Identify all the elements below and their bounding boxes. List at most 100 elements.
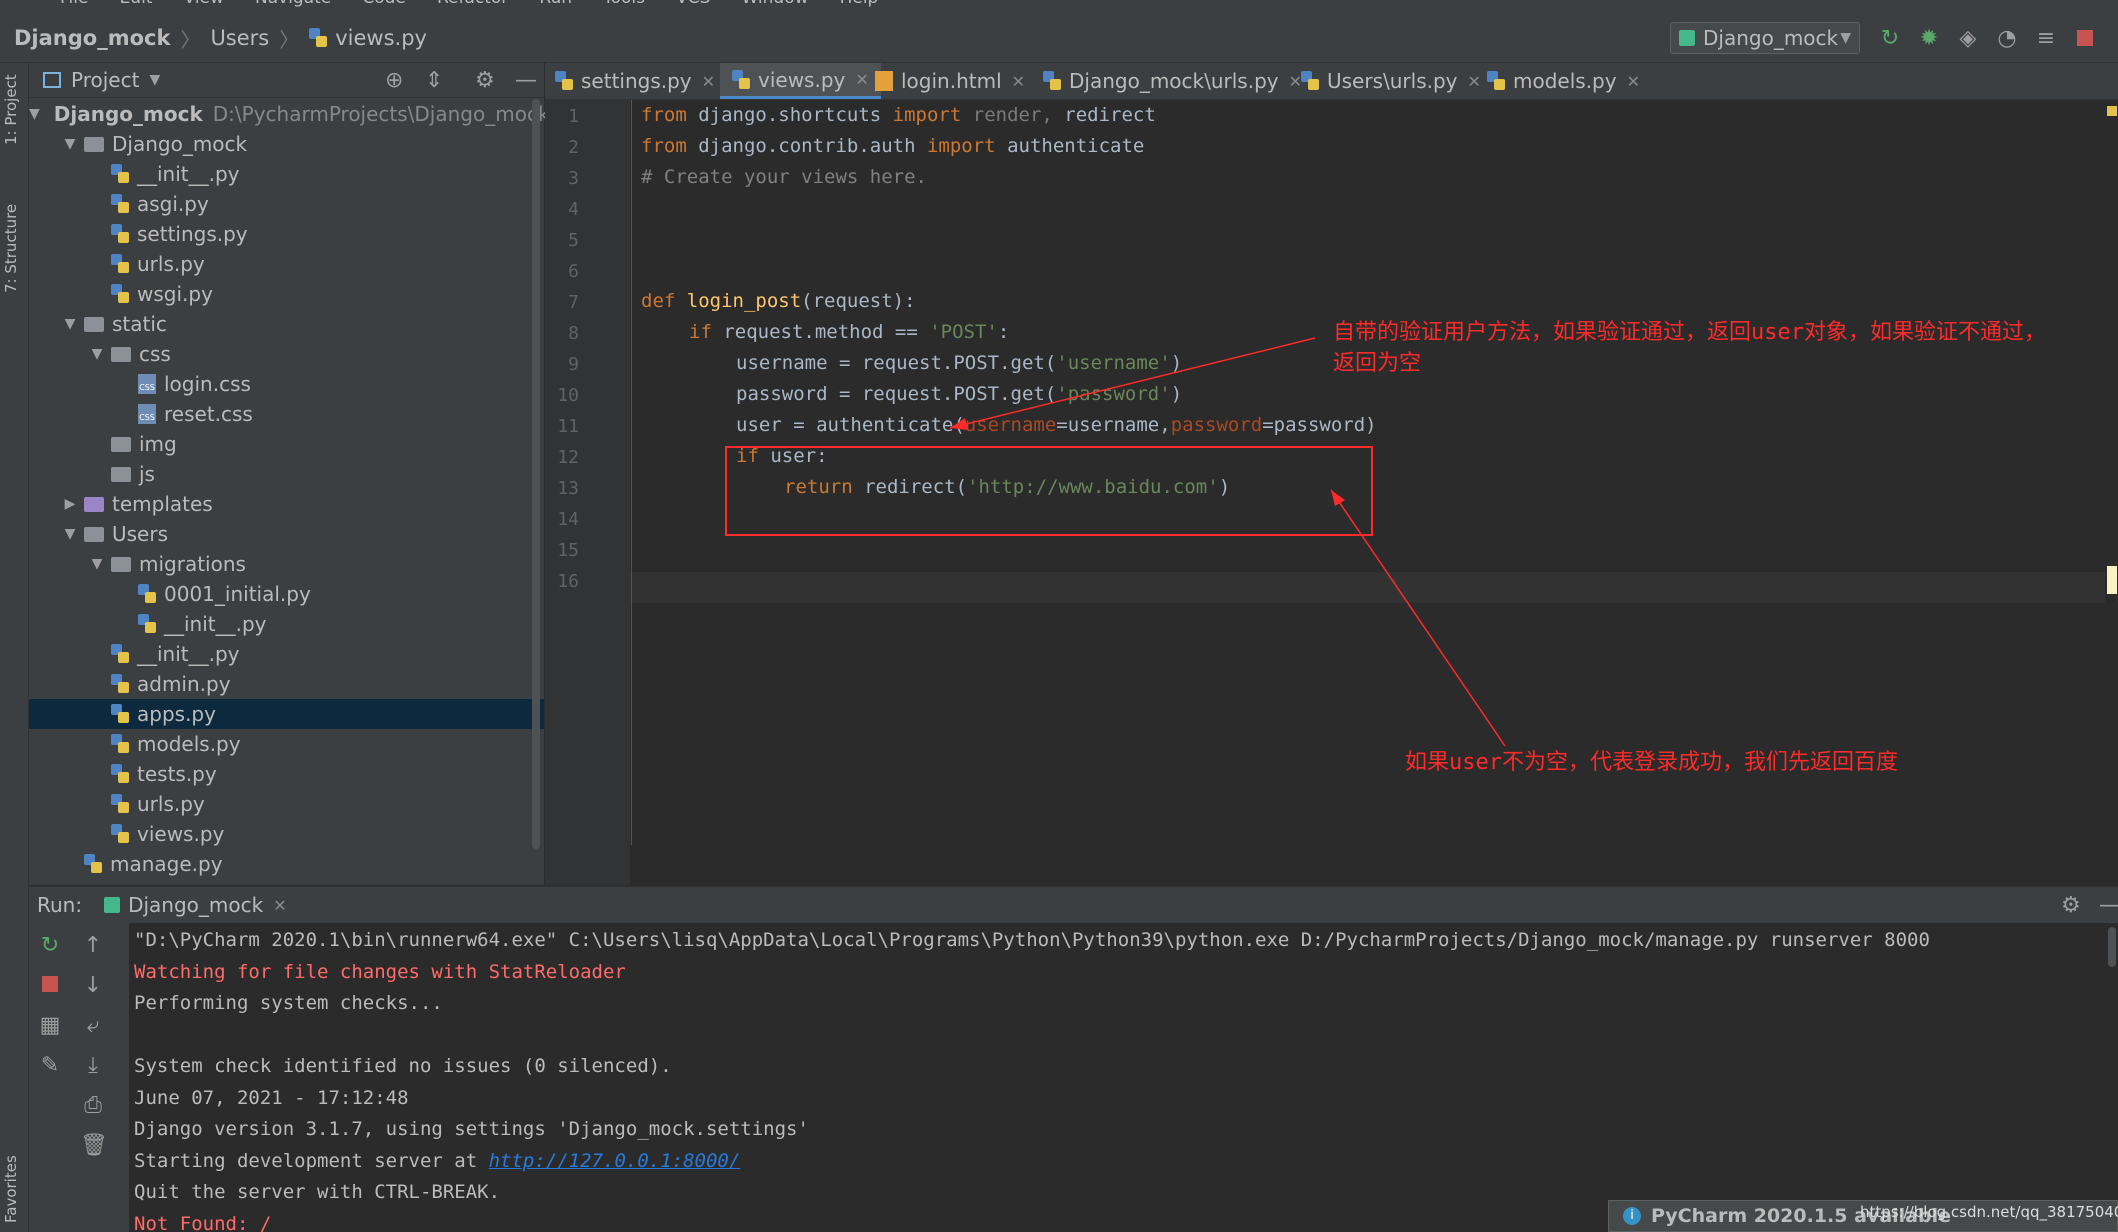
tree-item[interactable]: urls.py xyxy=(29,249,544,279)
tree-item[interactable]: ▼ css xyxy=(29,339,544,369)
pin-icon[interactable]: ✎ xyxy=(37,1053,63,1079)
close-icon[interactable]: ✕ xyxy=(1012,72,1025,91)
tree-item[interactable]: models.py xyxy=(29,729,544,759)
menu-tools[interactable]: Tools xyxy=(603,0,645,8)
breadcrumb: Django_mock 〉 Users 〉 views.py xyxy=(14,24,427,53)
tree-item[interactable]: apps.py xyxy=(29,699,544,729)
run-config-dropdown[interactable]: Django_mock ▼ xyxy=(1670,22,1860,54)
menu-file[interactable]: File xyxy=(60,0,88,8)
hide-icon[interactable]: — xyxy=(2099,893,2118,918)
tree-item[interactable]: img xyxy=(29,429,544,459)
tab-settings-py[interactable]: settings.py ✕ xyxy=(555,63,715,99)
arrow-up-icon[interactable]: ↑ xyxy=(80,933,106,959)
tree-item[interactable]: __init__.py xyxy=(29,639,544,669)
tree-item[interactable]: asgi.py xyxy=(29,189,544,219)
rerun-icon[interactable]: ↻ xyxy=(37,933,63,959)
chevron-down-icon[interactable]: ▼ xyxy=(149,72,160,88)
project-panel-title[interactable]: Project xyxy=(71,68,139,92)
soft-wrap-icon[interactable]: ⤶ xyxy=(80,1013,106,1039)
tab-models-py[interactable]: models.py ✕ xyxy=(1487,63,1640,99)
coverage-icon[interactable]: ◈ xyxy=(1956,26,1980,51)
arrow-down-icon[interactable]: ↓ xyxy=(80,973,106,999)
breadcrumb-project[interactable]: Django_mock xyxy=(14,26,170,50)
tree-item[interactable]: ▼ Users xyxy=(29,519,544,549)
menu-view[interactable]: View xyxy=(184,0,224,8)
tree-item[interactable]: manage.py xyxy=(29,849,544,879)
expand-right-icon[interactable]: ▶ xyxy=(62,496,78,512)
console-output[interactable]: "D:\PyCharm 2020.1\bin\runnerw64.exe" C:… xyxy=(130,923,2118,1232)
code-editor[interactable]: 1 2 3 4 5 6 7 8 9 10 11 12 13 14 15 16 from django.shor… xyxy=(545,100,2118,885)
tree-item[interactable]: urls.py xyxy=(29,789,544,819)
warning-marker[interactable] xyxy=(2107,106,2117,116)
tree-item[interactable]: wsgi.py xyxy=(29,279,544,309)
tool-tab-structure[interactable]: 7: Structure xyxy=(2,204,20,293)
expand-down-icon[interactable]: ▼ xyxy=(29,106,40,122)
collapse-all-icon[interactable]: ⇕ xyxy=(425,68,443,93)
tab-django-mock-urls-py[interactable]: Django_mock\urls.py ✕ xyxy=(1043,63,1302,99)
hide-icon[interactable]: — xyxy=(515,68,537,93)
expand-down-icon[interactable]: ▼ xyxy=(62,526,78,542)
layout-icon[interactable]: ▦ xyxy=(37,1013,63,1039)
console-scrollbar[interactable] xyxy=(2108,927,2116,967)
tab-login-html[interactable]: login.html ✕ xyxy=(875,63,1025,99)
menu-window[interactable]: Window xyxy=(741,0,808,8)
expand-down-icon[interactable]: ▼ xyxy=(62,316,78,332)
tree-item[interactable]: __init__.py xyxy=(29,159,544,189)
navigation-bar: Django_mock 〉 Users 〉 views.py Django_mo… xyxy=(0,14,2118,63)
menu-refactor[interactable]: Refactor xyxy=(437,0,508,8)
tree-item[interactable]: __init__.py xyxy=(29,609,544,639)
breadcrumb-file[interactable]: views.py xyxy=(335,26,427,50)
expand-down-icon[interactable]: ▼ xyxy=(89,346,105,362)
close-icon[interactable]: ✕ xyxy=(1627,72,1640,91)
tree-item[interactable]: CSS login.css xyxy=(29,369,544,399)
menu-run[interactable]: Run xyxy=(539,0,572,8)
debug-icon[interactable]: ✹ xyxy=(1917,26,1941,51)
annotation-note-1: 自带的验证用户方法，如果验证通过，返回user对象，如果验证不通过， xyxy=(1333,320,2046,345)
menu-edit[interactable]: Edit xyxy=(120,0,153,8)
stop-icon[interactable] xyxy=(2073,26,2097,50)
console-line-3: Performing system checks... xyxy=(134,992,443,1014)
menu-vcs[interactable]: VCS xyxy=(676,0,710,8)
close-icon[interactable]: ✕ xyxy=(273,896,286,915)
gear-icon[interactable]: ⚙ xyxy=(475,68,495,93)
trash-icon[interactable]: 🗑 xyxy=(80,1133,108,1159)
profile-icon[interactable]: ◔ xyxy=(1995,26,2019,51)
tree-item[interactable]: settings.py xyxy=(29,219,544,249)
tree-item[interactable]: js xyxy=(29,459,544,489)
editor-error-stripe[interactable] xyxy=(2105,100,2117,885)
locate-icon[interactable]: ⊕ xyxy=(385,68,403,93)
menu-code[interactable]: Code xyxy=(362,0,406,8)
server-link[interactable]: http://127.0.0.1:8000/ xyxy=(489,1150,741,1172)
close-icon[interactable]: ✕ xyxy=(1468,72,1481,91)
run-tab[interactable]: Django_mock xyxy=(128,893,263,917)
tree-item[interactable]: ▼ static xyxy=(29,309,544,339)
tree-item[interactable]: views.py xyxy=(29,819,544,849)
gear-icon[interactable]: ⚙ xyxy=(2061,893,2081,918)
tab-views-py[interactable]: views.py ✕ xyxy=(720,63,881,99)
expand-down-icon[interactable]: ▼ xyxy=(89,556,105,572)
breadcrumb-users[interactable]: Users xyxy=(210,26,269,50)
tree-item[interactable]: ▼ migrations xyxy=(29,549,544,579)
rerun-icon[interactable]: ↻ xyxy=(1878,26,1902,51)
print-icon[interactable]: ⎙ xyxy=(80,1093,106,1119)
tree-item[interactable]: ▼ Django_mock D:\PycharmProjects\Django_mo… xyxy=(29,99,550,129)
project-scrollbar[interactable] xyxy=(532,99,540,849)
tool-tab-project[interactable]: 1: Project xyxy=(2,74,20,145)
menu-help[interactable]: Help xyxy=(840,0,879,8)
tree-item[interactable]: tests.py xyxy=(29,759,544,789)
close-icon[interactable]: ✕ xyxy=(702,72,715,91)
scroll-to-end-icon[interactable]: ⤓ xyxy=(80,1053,106,1079)
tree-item[interactable]: CSS reset.css xyxy=(29,399,544,429)
tab-users-urls-py[interactable]: Users\urls.py ✕ xyxy=(1301,63,1481,99)
build-icon[interactable]: ≡ xyxy=(2034,26,2058,51)
expand-down-icon[interactable]: ▼ xyxy=(62,136,78,152)
highlight-box xyxy=(725,446,1373,536)
tool-tab-favorites[interactable]: Favorites xyxy=(2,1155,20,1223)
close-icon[interactable]: ✕ xyxy=(855,70,868,89)
tree-item[interactable]: ▼ Django_mock xyxy=(29,129,544,159)
tree-item[interactable]: ▶ templates xyxy=(29,489,544,519)
tree-item[interactable]: admin.py xyxy=(29,669,544,699)
tree-item[interactable]: 0001_initial.py xyxy=(29,579,544,609)
stop-icon[interactable] xyxy=(37,973,63,999)
menu-navigate[interactable]: Navigate xyxy=(255,0,331,8)
